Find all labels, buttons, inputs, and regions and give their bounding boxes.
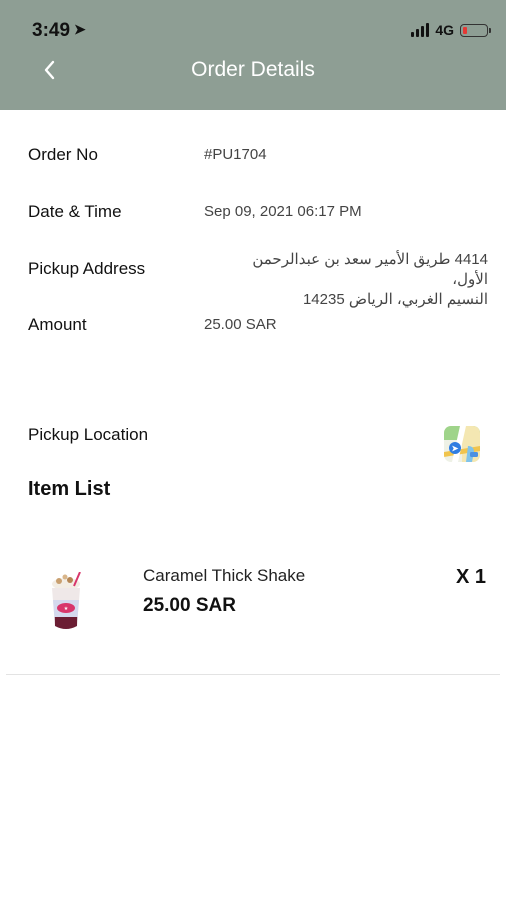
datetime-value: Sep 09, 2021 06:17 PM bbox=[204, 203, 362, 220]
network-type: 4G bbox=[435, 22, 454, 38]
status-time: 3:49 ➤ bbox=[32, 20, 86, 42]
pickup-address-row: Pickup Address 4414 طريق الأمير سعد بن ع… bbox=[28, 250, 488, 310]
svg-text:➤: ➤ bbox=[452, 444, 459, 453]
amount-row: Amount 25.00 SAR bbox=[28, 315, 488, 335]
item-list-title: Item List bbox=[28, 478, 111, 500]
order-no-value: #PU1704 bbox=[204, 146, 267, 163]
order-no-row: Order No #PU1704 bbox=[28, 145, 488, 165]
item-quantity: X 1 bbox=[455, 566, 486, 588]
divider bbox=[6, 674, 500, 675]
status-time-text: 3:49 bbox=[32, 20, 71, 41]
battery-icon bbox=[460, 23, 491, 37]
amount-value: 25.00 SAR bbox=[204, 316, 277, 333]
address-line-1: 4414 طريق الأمير سعد بن عبدالرحمن الأول، bbox=[252, 251, 488, 288]
item-price: 25.00 SAR bbox=[143, 595, 236, 616]
order-no-label: Order No bbox=[28, 145, 98, 164]
item-name: Caramel Thick Shake bbox=[143, 566, 306, 585]
page-title: Order Details bbox=[191, 58, 315, 81]
item-image: ★ bbox=[44, 571, 88, 634]
maps-app-icon[interactable]: ➤ bbox=[444, 426, 480, 462]
pickup-location-label: Pickup Location bbox=[28, 425, 149, 444]
amount-label: Amount bbox=[28, 315, 87, 334]
status-indicators: 4G bbox=[411, 22, 491, 38]
pickup-address-label: Pickup Address bbox=[28, 259, 146, 278]
svg-text:★: ★ bbox=[64, 606, 69, 612]
pickup-address-value: 4414 طريق الأمير سعد بن عبدالرحمن الأول،… bbox=[204, 250, 488, 310]
location-arrow-icon: ➤ bbox=[74, 21, 86, 37]
address-line-2: النسيم الغربي، الرياض 14235 bbox=[302, 291, 488, 308]
signal-icon bbox=[411, 23, 430, 37]
datetime-row: Date & Time Sep 09, 2021 06:17 PM bbox=[28, 202, 488, 222]
datetime-label: Date & Time bbox=[28, 202, 122, 221]
app-header: 3:49 ➤ 4G Order Details bbox=[0, 0, 506, 110]
